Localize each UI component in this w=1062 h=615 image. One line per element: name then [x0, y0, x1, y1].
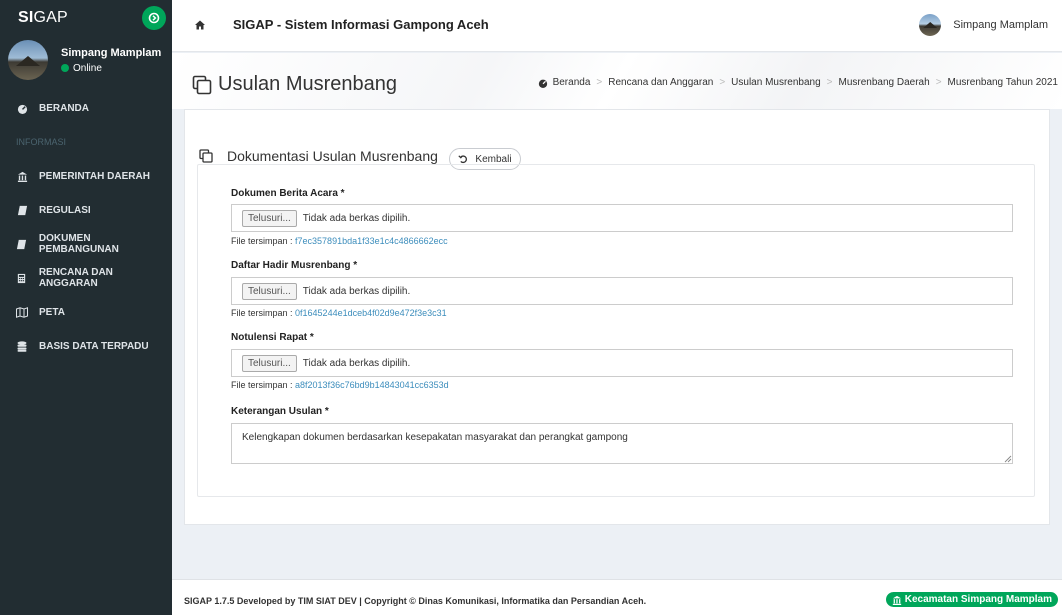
app-title: SIGAP - Sistem Informasi Gampong Aceh [233, 17, 489, 32]
dashboard-icon [16, 102, 28, 114]
saved-file-link[interactable]: f7ec357891bda1f33e1c4c4866662ecc [295, 236, 448, 246]
sidebar-menu: BERANDA INFORMASI PEMERINTAH DAERAH REGU… [0, 91, 172, 363]
saved-file-link[interactable]: a8f2013f36c76bd9b14843041cc6353d [295, 380, 449, 390]
sidebar-item-label: DOKUMEN PEMBANGUNAN [38, 233, 119, 255]
browse-button[interactable]: Telusuri... [242, 209, 297, 227]
sidebar-item-label: BASIS DATA TERPADU [39, 340, 149, 352]
map-icon [16, 306, 28, 318]
user-name: Simpang Mamplam [61, 46, 162, 59]
main-box: Dokumentasi Usulan Musrenbang Kembali Do… [184, 109, 1050, 525]
top-navbar: SIGAP - Sistem Informasi Gampong Aceh Si… [172, 0, 1062, 52]
saved-file-link[interactable]: 0f1645244e1dceb4f02d9e472f3e3c31 [295, 308, 447, 318]
brand-logo-bold: SI [18, 8, 34, 26]
sidebar-item-pemerintah-daerah[interactable]: PEMERINTAH DAERAH [0, 159, 172, 193]
user-panel: Simpang Mamplam Online [0, 35, 172, 85]
breadcrumb-item-beranda[interactable]: Beranda [553, 77, 591, 88]
breadcrumb-item-usulan[interactable]: Usulan Musrenbang [731, 77, 821, 88]
saved-file-prefix: File tersimpan : [231, 236, 296, 246]
sidebar-item-regulasi[interactable]: REGULASI [0, 193, 172, 227]
institution-icon [16, 170, 28, 182]
avatar [919, 14, 942, 36]
breadcrumb-separator: > [826, 77, 833, 88]
saved-file-info: File tersimpan : a8f2013f36c76bd9b148430… [231, 380, 449, 390]
breadcrumb-separator: > [935, 77, 942, 88]
database-icon [16, 340, 28, 352]
brand-logo[interactable]: SIGAP [18, 9, 68, 27]
undo-icon [458, 155, 468, 164]
file-input-berita-acara[interactable]: Telusuri... Tidak ada berkas dipilih. [231, 204, 1013, 232]
resize-grip-icon[interactable] [1004, 455, 1012, 463]
dashboard-icon [538, 79, 547, 88]
sidebar-item-rencana-dan-anggaran[interactable]: RENCANA DAN ANGGARAN [0, 261, 172, 295]
footer-copyright: SIGAP 1.7.5 Developed by TIM SIAT DEV | … [184, 596, 647, 606]
file-input-status: Tidak ada berkas dipilih. [302, 357, 411, 369]
sidebar-item-label: REGULASI [39, 204, 91, 216]
sidebar-item-basis-data-terpadu[interactable]: BASIS DATA TERPADU [0, 329, 172, 363]
saved-file-info: File tersimpan : f7ec357891bda1f33e1c4c4… [231, 236, 448, 246]
file-input-notulensi[interactable]: Telusuri... Tidak ada berkas dipilih. [231, 349, 1013, 377]
breadcrumb-item-musrenbang-daerah[interactable]: Musrenbang Daerah [839, 77, 930, 88]
box-title: Dokumentasi Usulan Musrenbang [199, 148, 438, 164]
box-title-text: Dokumentasi Usulan Musrenbang [227, 148, 438, 164]
saved-file-info: File tersimpan : 0f1645244e1dceb4f02d9e4… [231, 308, 447, 318]
saved-file-prefix: File tersimpan : [231, 308, 296, 318]
sidebar-item-label: PEMERINTAH DAERAH [39, 170, 150, 182]
field-label-keterangan: Keterangan Usulan * [231, 406, 329, 417]
home-icon[interactable] [194, 18, 208, 32]
kecamatan-badge: Kecamatan Simpang Mamplam [885, 592, 1058, 607]
page-title: Usulan Musrenbang [192, 73, 397, 96]
file-input-status: Tidak ada berkas dipilih. [302, 285, 411, 297]
clone-icon [199, 149, 213, 163]
sidebar-item-label: BERANDA [39, 102, 89, 114]
breadcrumb: Beranda > Rencana dan Anggaran > Usulan … [538, 77, 1058, 88]
field-label-notulensi: Notulensi Rapat * [231, 332, 314, 343]
breadcrumb-item-rencana[interactable]: Rencana dan Anggaran [608, 77, 713, 88]
calculator-icon [16, 272, 28, 284]
field-label-berita-acara: Dokumen Berita Acara * [231, 188, 345, 199]
sidebar-header-informasi: INFORMASI [16, 137, 67, 147]
user-menu[interactable]: Simpang Mamplam [919, 14, 1048, 36]
book-icon [16, 238, 28, 250]
user-status: Online [61, 63, 161, 74]
sidebar-item-label: PETA [39, 306, 65, 318]
online-dot-icon [61, 64, 69, 72]
page-title-text: Usulan Musrenbang [218, 73, 397, 95]
user-status-label: Online [73, 62, 102, 74]
browse-button[interactable]: Telusuri... [242, 354, 297, 372]
footer: SIGAP 1.7.5 Developed by TIM SIAT DEV | … [172, 579, 1062, 615]
form-panel: Dokumen Berita Acara * Telusuri... Tidak… [197, 164, 1035, 497]
sidebar-toggle-button[interactable] [142, 5, 166, 30]
sidebar-item-label: RENCANA DAN ANGGARAN [38, 267, 113, 289]
avatar [8, 40, 48, 80]
breadcrumb-separator: > [719, 77, 726, 88]
sidebar-item-peta[interactable]: PETA [0, 295, 172, 329]
browse-button[interactable]: Telusuri... [242, 282, 297, 300]
book-icon [16, 204, 28, 216]
content-header: Usulan Musrenbang Beranda > Rencana dan … [172, 53, 1062, 109]
file-input-status: Tidak ada berkas dipilih. [302, 212, 411, 224]
sidebar-item-beranda[interactable]: BERANDA [0, 91, 172, 125]
clone-icon [192, 75, 212, 94]
keterangan-textarea[interactable]: Kelengkapan dokumen berdasarkan kesepaka… [231, 423, 1013, 464]
breadcrumb-separator: > [596, 77, 603, 88]
institution-icon [892, 595, 901, 605]
file-input-daftar-hadir[interactable]: Telusuri... Tidak ada berkas dipilih. [231, 277, 1013, 305]
sidebar: SIGAP Simpang Mamplam Online BERANDA INF… [0, 0, 172, 615]
toggle-icon [148, 12, 160, 23]
kecamatan-badge-label: Kecamatan Simpang Mamplam [904, 594, 1052, 605]
sidebar-item-dokumen-pembangunan[interactable]: DOKUMEN PEMBANGUNAN [0, 227, 172, 261]
brand-bar: SIGAP [0, 0, 172, 35]
saved-file-prefix: File tersimpan : [231, 380, 296, 390]
user-menu-name: Simpang Mamplam [953, 19, 1048, 31]
back-button-label: Kembali [475, 153, 512, 165]
field-label-daftar-hadir: Daftar Hadir Musrenbang * [231, 260, 358, 271]
breadcrumb-item-current: Musrenbang Tahun 2021 [947, 77, 1058, 88]
brand-logo-rest: GAP [33, 8, 68, 26]
